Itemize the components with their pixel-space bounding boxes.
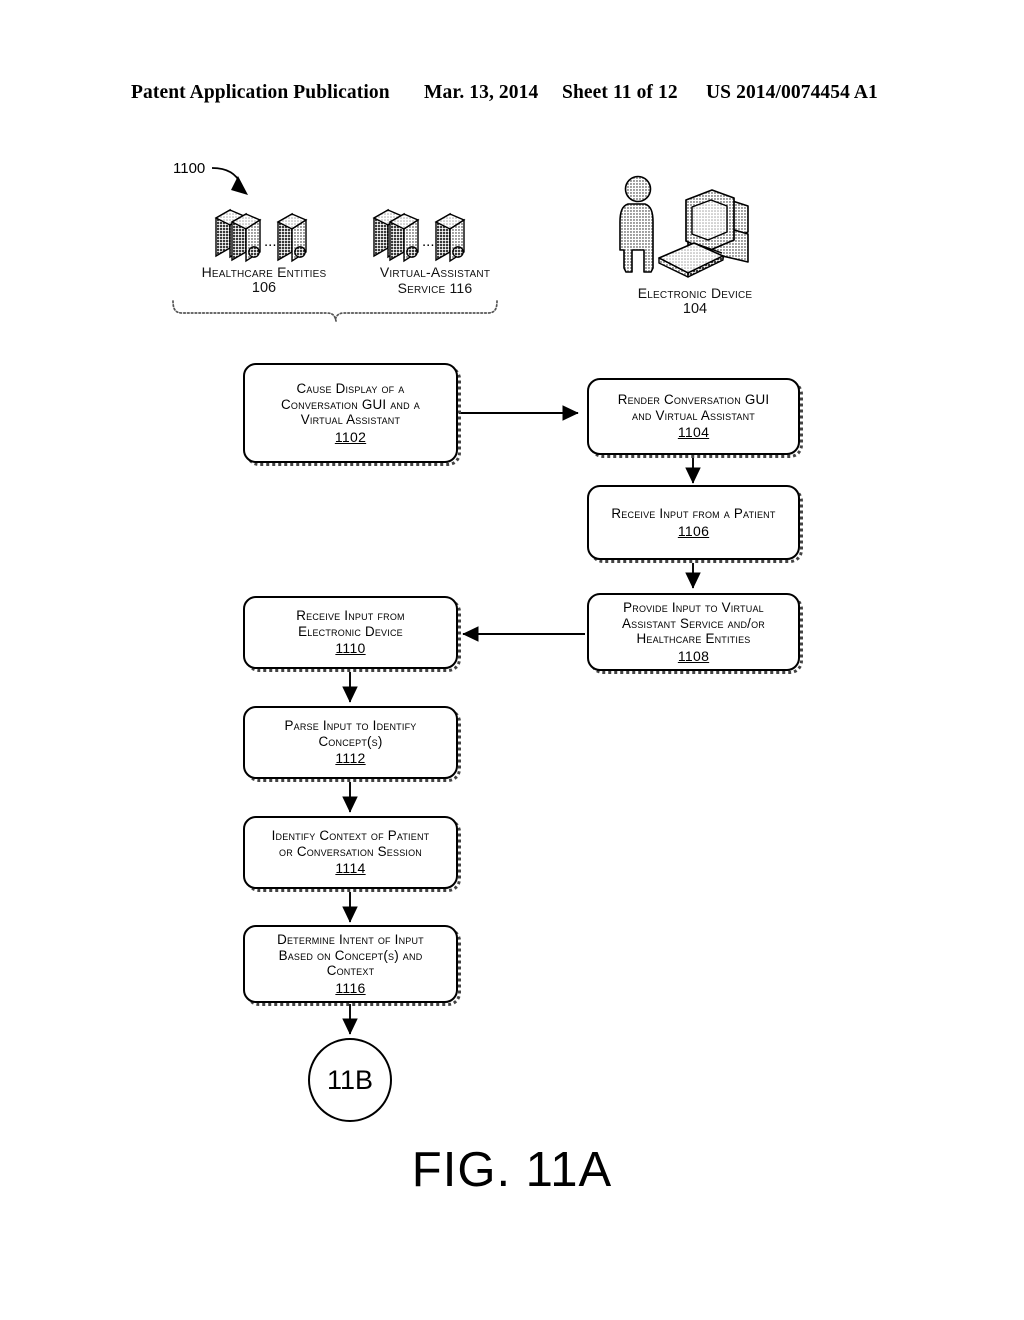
box-1102-line-1: Cause Display of a: [296, 381, 405, 397]
process-box-1110-text: Receive Input from Electronic Device 111…: [245, 608, 456, 656]
box-1106-line-1: Receive Input from a Patient: [611, 506, 776, 522]
box-1102-line-3: Virtual Assistant: [300, 412, 401, 428]
svg-text:...: ...: [264, 233, 277, 250]
box-1104-line-1: Render Conversation GUI: [617, 392, 770, 408]
electronic-device-number: 104: [682, 301, 708, 318]
process-box-1112-text: Parse Input to Identify Concept(s) 1112: [245, 718, 456, 766]
box-1108-number: 1108: [677, 647, 710, 664]
process-box-1108-text: Provide Input to Virtual Assistant Servi…: [589, 600, 798, 664]
box-1104-number: 1104: [677, 424, 710, 441]
header-date: Mar. 13, 2014: [424, 82, 539, 103]
healthcare-entities-label-text: Healthcare Entities: [201, 264, 327, 280]
electronic-device-label-text: Electronic Device: [637, 285, 753, 301]
box-1112-line-1: Parse Input to Identify: [284, 718, 417, 734]
box-1116-line-2: Based on Concept(s) and: [278, 947, 423, 963]
figure-reference-numeral: 1100: [173, 160, 206, 177]
header-sheet-number: Sheet 11 of 12: [562, 82, 678, 103]
grouping-brace: [172, 300, 498, 322]
offpage-connector-label: 11B: [326, 1064, 374, 1095]
box-1110-number: 1110: [335, 640, 366, 657]
box-1116-line-1: Determine Intent of Input: [277, 932, 424, 948]
healthcare-entities-label: Healthcare Entities 106: [173, 264, 355, 297]
box-1114-line-2: or Conversation Session: [279, 843, 422, 859]
box-1110-line-1: Receive Input from: [296, 608, 405, 624]
box-1114-line-1: Identify Context of Patient: [271, 828, 430, 844]
box-1108-line-2: Assistant Service and/or: [621, 615, 765, 631]
box-1106-number: 1106: [677, 522, 710, 539]
header-patent-number: US 2014/0074454 A1: [706, 82, 878, 103]
box-1114-number: 1114: [335, 860, 366, 877]
box-1116-line-3: Context: [326, 963, 375, 979]
process-box-1104[interactable]: Render Conversation GUI and Virtual Assi…: [587, 378, 800, 455]
process-box-1114-text: Identify Context of Patient or Conversat…: [245, 828, 456, 876]
healthcare-entities-number: 106: [251, 280, 277, 297]
box-1116-number: 1116: [335, 979, 366, 996]
person-icon: [619, 175, 654, 273]
process-box-1106[interactable]: Receive Input from a Patient 1106: [587, 485, 800, 560]
process-box-1108[interactable]: Provide Input to Virtual Assistant Servi…: [587, 593, 800, 671]
process-box-1116[interactable]: Determine Intent of Input Based on Conce…: [243, 925, 458, 1003]
server-stack-icon-healthcare: ...: [214, 208, 308, 263]
person-and-computer-icon: [619, 175, 749, 278]
process-box-1104-text: Render Conversation GUI and Virtual Assi…: [589, 392, 798, 440]
offpage-connector-11b[interactable]: 11B: [308, 1038, 392, 1122]
box-1102-number: 1102: [334, 428, 367, 445]
box-1112-number: 1112: [335, 750, 366, 767]
virtual-assistant-label-text: Virtual-Assistant: [379, 264, 491, 280]
box-1102-line-2: Conversation GUI and a: [281, 396, 420, 412]
process-box-1112[interactable]: Parse Input to Identify Concept(s) 1112: [243, 706, 458, 779]
process-box-1102-text: Cause Display of a Conversation GUI and …: [245, 381, 456, 445]
server-stack-icon-virtual-assistant: ...: [372, 208, 466, 263]
svg-text:...: ...: [422, 233, 435, 250]
figure-caption: FIG. 11A: [411, 1143, 613, 1197]
process-box-1102[interactable]: Cause Display of a Conversation GUI and …: [243, 363, 458, 463]
box-1110-line-2: Electronic Device: [298, 623, 403, 639]
process-box-1110[interactable]: Receive Input from Electronic Device 111…: [243, 596, 458, 669]
box-1108-line-1: Provide Input to Virtual: [623, 600, 764, 616]
header-publication-title: Patent Application Publication: [131, 82, 390, 103]
process-box-1114[interactable]: Identify Context of Patient or Conversat…: [243, 816, 458, 889]
page-header: Patent Application Publication Mar. 13, …: [0, 82, 1024, 108]
process-box-1106-text: Receive Input from a Patient 1106: [589, 506, 798, 539]
process-box-1116-text: Determine Intent of Input Based on Conce…: [245, 932, 456, 996]
box-1104-line-2: and Virtual Assistant: [632, 407, 755, 423]
computer-icon: [658, 189, 749, 278]
virtual-assistant-service-label: Virtual-Assistant Service 116: [345, 264, 525, 296]
virtual-assistant-service-number-text: Service 116: [397, 280, 473, 297]
reference-leader-arrow: [211, 167, 248, 195]
figure-graphics-layer: ... ...: [172, 167, 749, 1035]
box-1108-line-3: Healthcare Entities: [636, 631, 751, 647]
box-1112-line-2: Concept(s): [318, 733, 383, 749]
electronic-device-label: Electronic Device 104: [600, 285, 790, 318]
